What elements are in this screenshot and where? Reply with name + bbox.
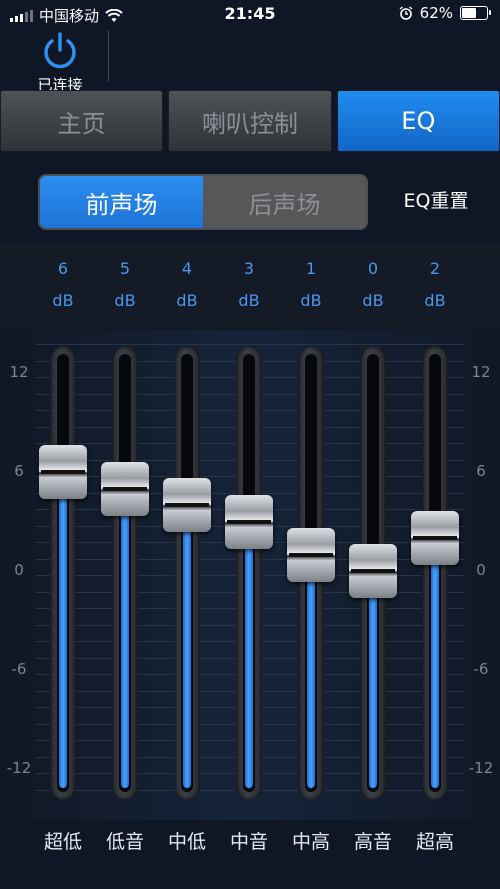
fader-knob[interactable] — [349, 544, 397, 598]
axis-label: -12 — [6, 759, 32, 777]
eq-reset-button[interactable]: EQ重置 — [372, 186, 500, 213]
band-value: 1 — [305, 259, 317, 278]
power-icon — [44, 32, 76, 69]
band-label: 低音 — [105, 831, 144, 853]
axis-label: 12 — [471, 363, 491, 381]
band-unit: dB — [176, 291, 198, 310]
band-value: 0 — [367, 259, 379, 278]
band-unit: dB — [300, 291, 322, 310]
fader-track[interactable] — [101, 346, 149, 800]
band-label: 超低 — [43, 831, 82, 853]
fader-knob[interactable] — [225, 494, 273, 549]
band-value: 3 — [243, 259, 255, 278]
axis-label: 6 — [476, 462, 486, 480]
band-label: 超高 — [415, 831, 454, 853]
fader-level-fill — [369, 571, 377, 788]
fader-knob[interactable] — [163, 478, 211, 532]
front-field-option[interactable]: 前声场 — [40, 176, 203, 228]
grid-line — [36, 344, 464, 345]
band-value: 6 — [57, 259, 69, 278]
battery-icon — [460, 6, 491, 20]
band-unit: dB — [114, 291, 136, 310]
alarm-icon — [399, 6, 413, 20]
battery-percent: 62% — [419, 4, 453, 22]
fader-level-fill — [59, 472, 67, 788]
band-value: 5 — [119, 259, 131, 278]
status-bar: 中国移动 21:45 62% — [0, 0, 500, 28]
fader-track[interactable] — [411, 346, 459, 800]
fader-knob[interactable] — [287, 527, 335, 582]
fader-level-fill — [245, 521, 253, 788]
rear-field-option[interactable]: 后声场 — [203, 176, 366, 228]
fader-track[interactable] — [163, 346, 211, 800]
band-value: 4 — [181, 259, 193, 278]
fader-knob[interactable] — [411, 511, 459, 565]
fader-knob[interactable] — [101, 461, 149, 516]
tab-speaker-control[interactable]: 喇叭控制 — [168, 90, 332, 152]
main-tabs: 主页 喇叭控制 EQ — [0, 90, 500, 152]
axis-label: 0 — [14, 561, 24, 579]
sound-field-selector: 前声场 后声场 — [38, 174, 368, 230]
axis-label: 0 — [476, 561, 486, 579]
band-unit: dB — [424, 291, 446, 310]
band-unit: dB — [52, 291, 74, 310]
band-unit: dB — [238, 291, 260, 310]
axis-label: 6 — [14, 462, 24, 480]
axis-label: 12 — [9, 363, 29, 381]
band-label: 中低 — [167, 831, 206, 853]
band-unit: dB — [362, 291, 384, 310]
band-value: 2 — [429, 259, 441, 278]
header-divider — [108, 30, 109, 82]
axis-label: -12 — [468, 759, 494, 777]
status-right: 62% — [399, 4, 491, 22]
tab-eq[interactable]: EQ — [336, 90, 500, 152]
fader-track[interactable] — [349, 346, 397, 800]
axis-label: -6 — [473, 660, 489, 678]
axis-label: -6 — [11, 660, 27, 678]
fader-level-fill — [307, 554, 315, 788]
band-label: 中音 — [229, 831, 268, 853]
fader-track[interactable] — [287, 346, 335, 800]
band-values: 6 dB 5 dB 4 dB 3 dB 1 dB 0 dB 2 dB — [0, 243, 500, 329]
fader-track[interactable] — [39, 346, 87, 800]
band-label: 高音 — [353, 831, 392, 853]
fader-track[interactable] — [225, 346, 273, 800]
fader-level-fill — [183, 505, 191, 788]
tab-home[interactable]: 主页 — [0, 90, 164, 152]
fader-level-fill — [121, 488, 129, 788]
fader-level-fill — [431, 538, 439, 788]
band-label: 中高 — [291, 831, 330, 853]
power-button[interactable]: 已连接 — [30, 30, 90, 95]
fader-knob[interactable] — [39, 445, 87, 499]
